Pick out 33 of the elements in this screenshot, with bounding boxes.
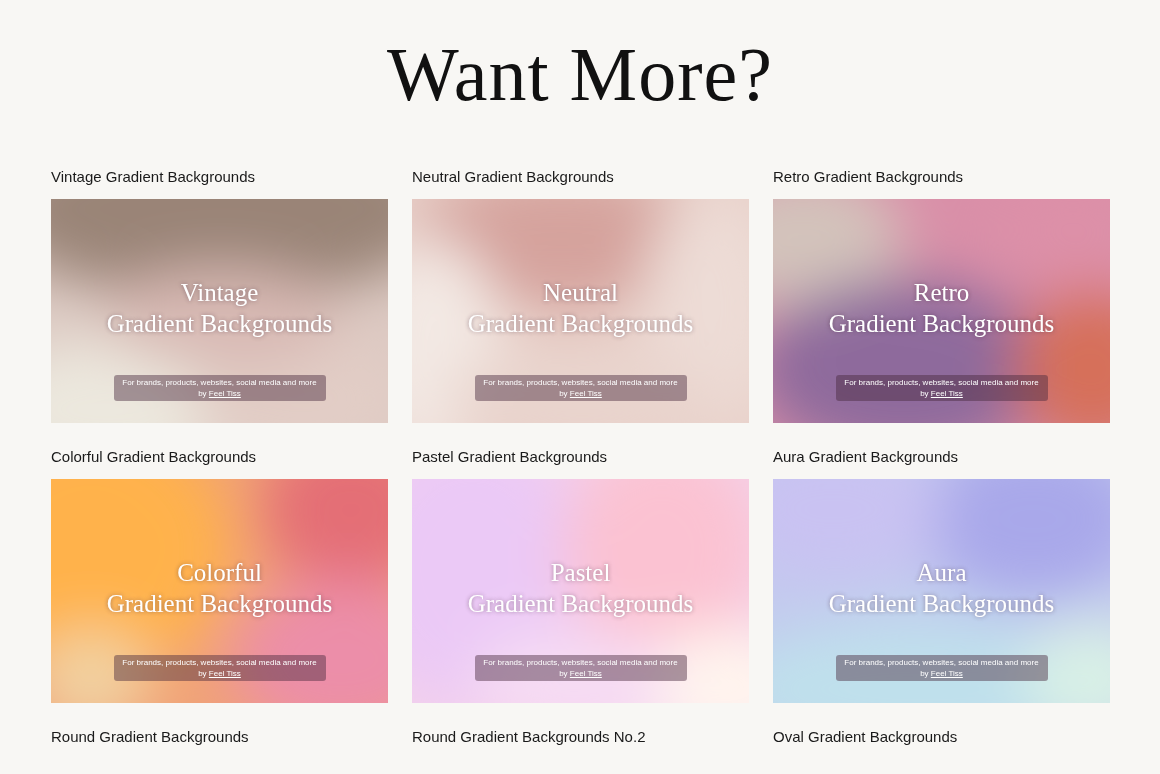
overlay-title: Gradient Backgrounds xyxy=(828,589,1055,619)
product-preview-card[interactable]: Retro Gradient Backgrounds For brands, products, websites, social media and more by Feel Tiss xyxy=(773,199,1110,423)
product-title-link[interactable]: Vintage Gradient Backgrounds xyxy=(51,168,256,186)
overlay-title: Gradient Backgrounds xyxy=(828,309,1055,339)
author-link[interactable]: Feel Tiss xyxy=(208,389,241,398)
overlay-title: Colorful xyxy=(177,558,262,588)
overlay-title: Gradient Backgrounds xyxy=(106,589,333,619)
tagline: For brands, products, websites, social media and more by Feel Tiss xyxy=(474,655,687,681)
author-link[interactable]: Feel Tiss xyxy=(930,389,963,398)
product-title-link[interactable]: Retro Gradient Backgrounds xyxy=(773,168,964,186)
author-link[interactable]: Feel Tiss xyxy=(208,669,241,678)
overlay-title: Pastel xyxy=(550,558,611,588)
product-title-link[interactable]: Pastel Gradient Backgrounds xyxy=(412,448,608,466)
tagline: For brands, products, websites, social media and more by Feel Tiss xyxy=(113,375,326,401)
overlay-title: Retro xyxy=(913,278,970,308)
product-title-link[interactable]: Aura Gradient Backgrounds xyxy=(773,448,959,466)
product-title-link[interactable]: Round Gradient Backgrounds xyxy=(51,728,249,746)
overlay-title: Gradient Backgrounds xyxy=(106,309,333,339)
tagline: For brands, products, websites, social media and more by Feel Tiss xyxy=(835,655,1048,681)
product-title-link[interactable]: Oval Gradient Backgrounds xyxy=(773,728,958,746)
product-title-link[interactable]: Round Gradient Backgrounds No.2 xyxy=(412,728,646,746)
page-heading: Want More? xyxy=(386,31,774,118)
tagline: For brands, products, websites, social media and more by Feel Tiss xyxy=(474,375,687,401)
product-title-link[interactable]: Neutral Gradient Backgrounds xyxy=(412,168,614,186)
overlay-title: Aura xyxy=(916,558,967,588)
overlay-title: Neutral xyxy=(543,278,618,308)
overlay-title: Vintage xyxy=(180,278,259,308)
product-preview-card[interactable]: Colorful Gradient Backgrounds For brands, products, websites, social media and more by Feel Tiss xyxy=(51,479,388,703)
tagline: For brands, products, websites, social media and more by Feel Tiss xyxy=(113,655,326,681)
product-preview-card[interactable]: Vintage Gradient Backgrounds For brands, products, websites, social media and more by Feel Tiss xyxy=(51,199,388,423)
product-title-link[interactable]: Colorful Gradient Backgrounds xyxy=(51,448,257,466)
tagline: For brands, products, websites, social media and more by Feel Tiss xyxy=(835,375,1048,401)
overlay-title: Gradient Backgrounds xyxy=(467,309,694,339)
